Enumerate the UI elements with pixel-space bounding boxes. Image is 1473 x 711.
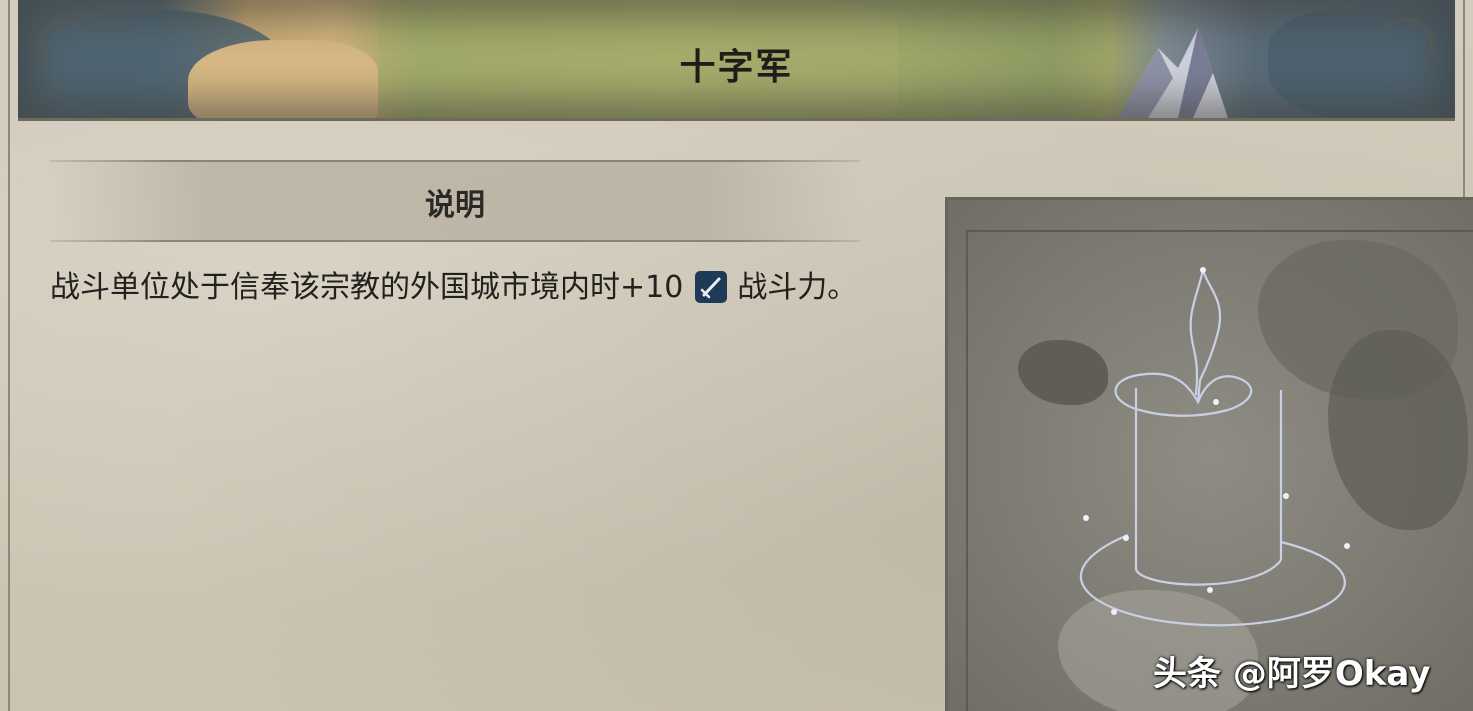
description-text-before: 战斗单位处于信奉该宗教的外国城市境内时+10 [50,270,684,305]
religion-belief-panel: 十字军 说明 战斗单位处于信奉该宗教的外国城市境内时+10 战斗力。 头条 @阿… [0,0,1473,711]
header-map-banner: 十字军 [18,0,1455,121]
sword-icon [695,271,728,303]
watermark: 头条 @阿罗Okay [1153,654,1431,694]
belief-title: 十字军 [679,47,794,88]
belief-picture-frame [945,197,1473,711]
belief-description: 战斗单位处于信奉该宗教的外国城市境内时+10 战斗力。 [50,270,900,306]
candle-icon [1079,267,1350,627]
section-rule-bottom [50,240,860,242]
section-title: 说明 [425,188,485,223]
description-text-after: 战斗力。 [737,270,858,305]
